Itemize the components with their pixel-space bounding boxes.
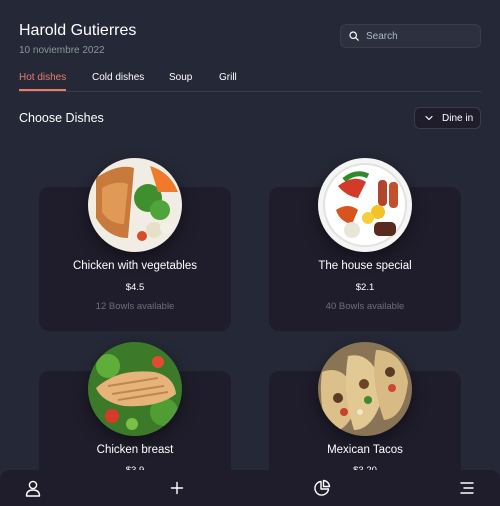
dine-option-label: Dine in (442, 112, 474, 124)
dish-image (88, 158, 182, 252)
dish-price: $2.1 (355, 282, 375, 293)
dish-name: The house special (318, 260, 412, 272)
category-tabs: Hot dishes Cold dishes Soup Grill (19, 72, 481, 92)
search-input[interactable]: Search (340, 24, 481, 48)
nav-menu-button[interactable] (458, 479, 476, 497)
dish-name: Mexican Tacos (327, 444, 403, 456)
tab-cold-dishes[interactable]: Cold dishes (92, 72, 144, 91)
pie-chart-icon (314, 479, 331, 496)
dish-image (318, 342, 412, 436)
dish-name: Chicken with vegetables (72, 260, 197, 272)
search-icon (349, 31, 359, 41)
dish-price: $4.5 (125, 282, 145, 293)
tab-grill[interactable]: Grill (219, 72, 237, 91)
section-title: Choose Dishes (19, 111, 104, 125)
user-name: Harold Gutierres (19, 22, 137, 39)
dish-image (318, 158, 412, 252)
nav-profile-button[interactable] (24, 479, 42, 497)
header: Harold Gutierres 10 noviembre 2022 (19, 22, 136, 56)
search-placeholder: Search (366, 30, 398, 42)
plus-icon (170, 481, 184, 495)
bottom-nav-bar (0, 470, 500, 506)
nav-stats-button[interactable] (313, 479, 331, 497)
dish-availability: 40 Bowls available (325, 301, 405, 312)
dish-name: Chicken breast (96, 444, 174, 456)
tab-hot-dishes[interactable]: Hot dishes (19, 72, 67, 91)
dish-availability: 12 Bowls available (95, 301, 175, 312)
menu-icon (460, 482, 474, 494)
nav-add-button[interactable] (168, 479, 186, 497)
tab-soup[interactable]: Soup (169, 72, 192, 91)
current-date: 10 noviembre 2022 (19, 45, 105, 56)
chevron-down-icon (425, 115, 433, 121)
dish-image (88, 342, 182, 436)
user-icon (25, 480, 41, 497)
dine-option-dropdown[interactable]: Dine in (414, 107, 481, 129)
